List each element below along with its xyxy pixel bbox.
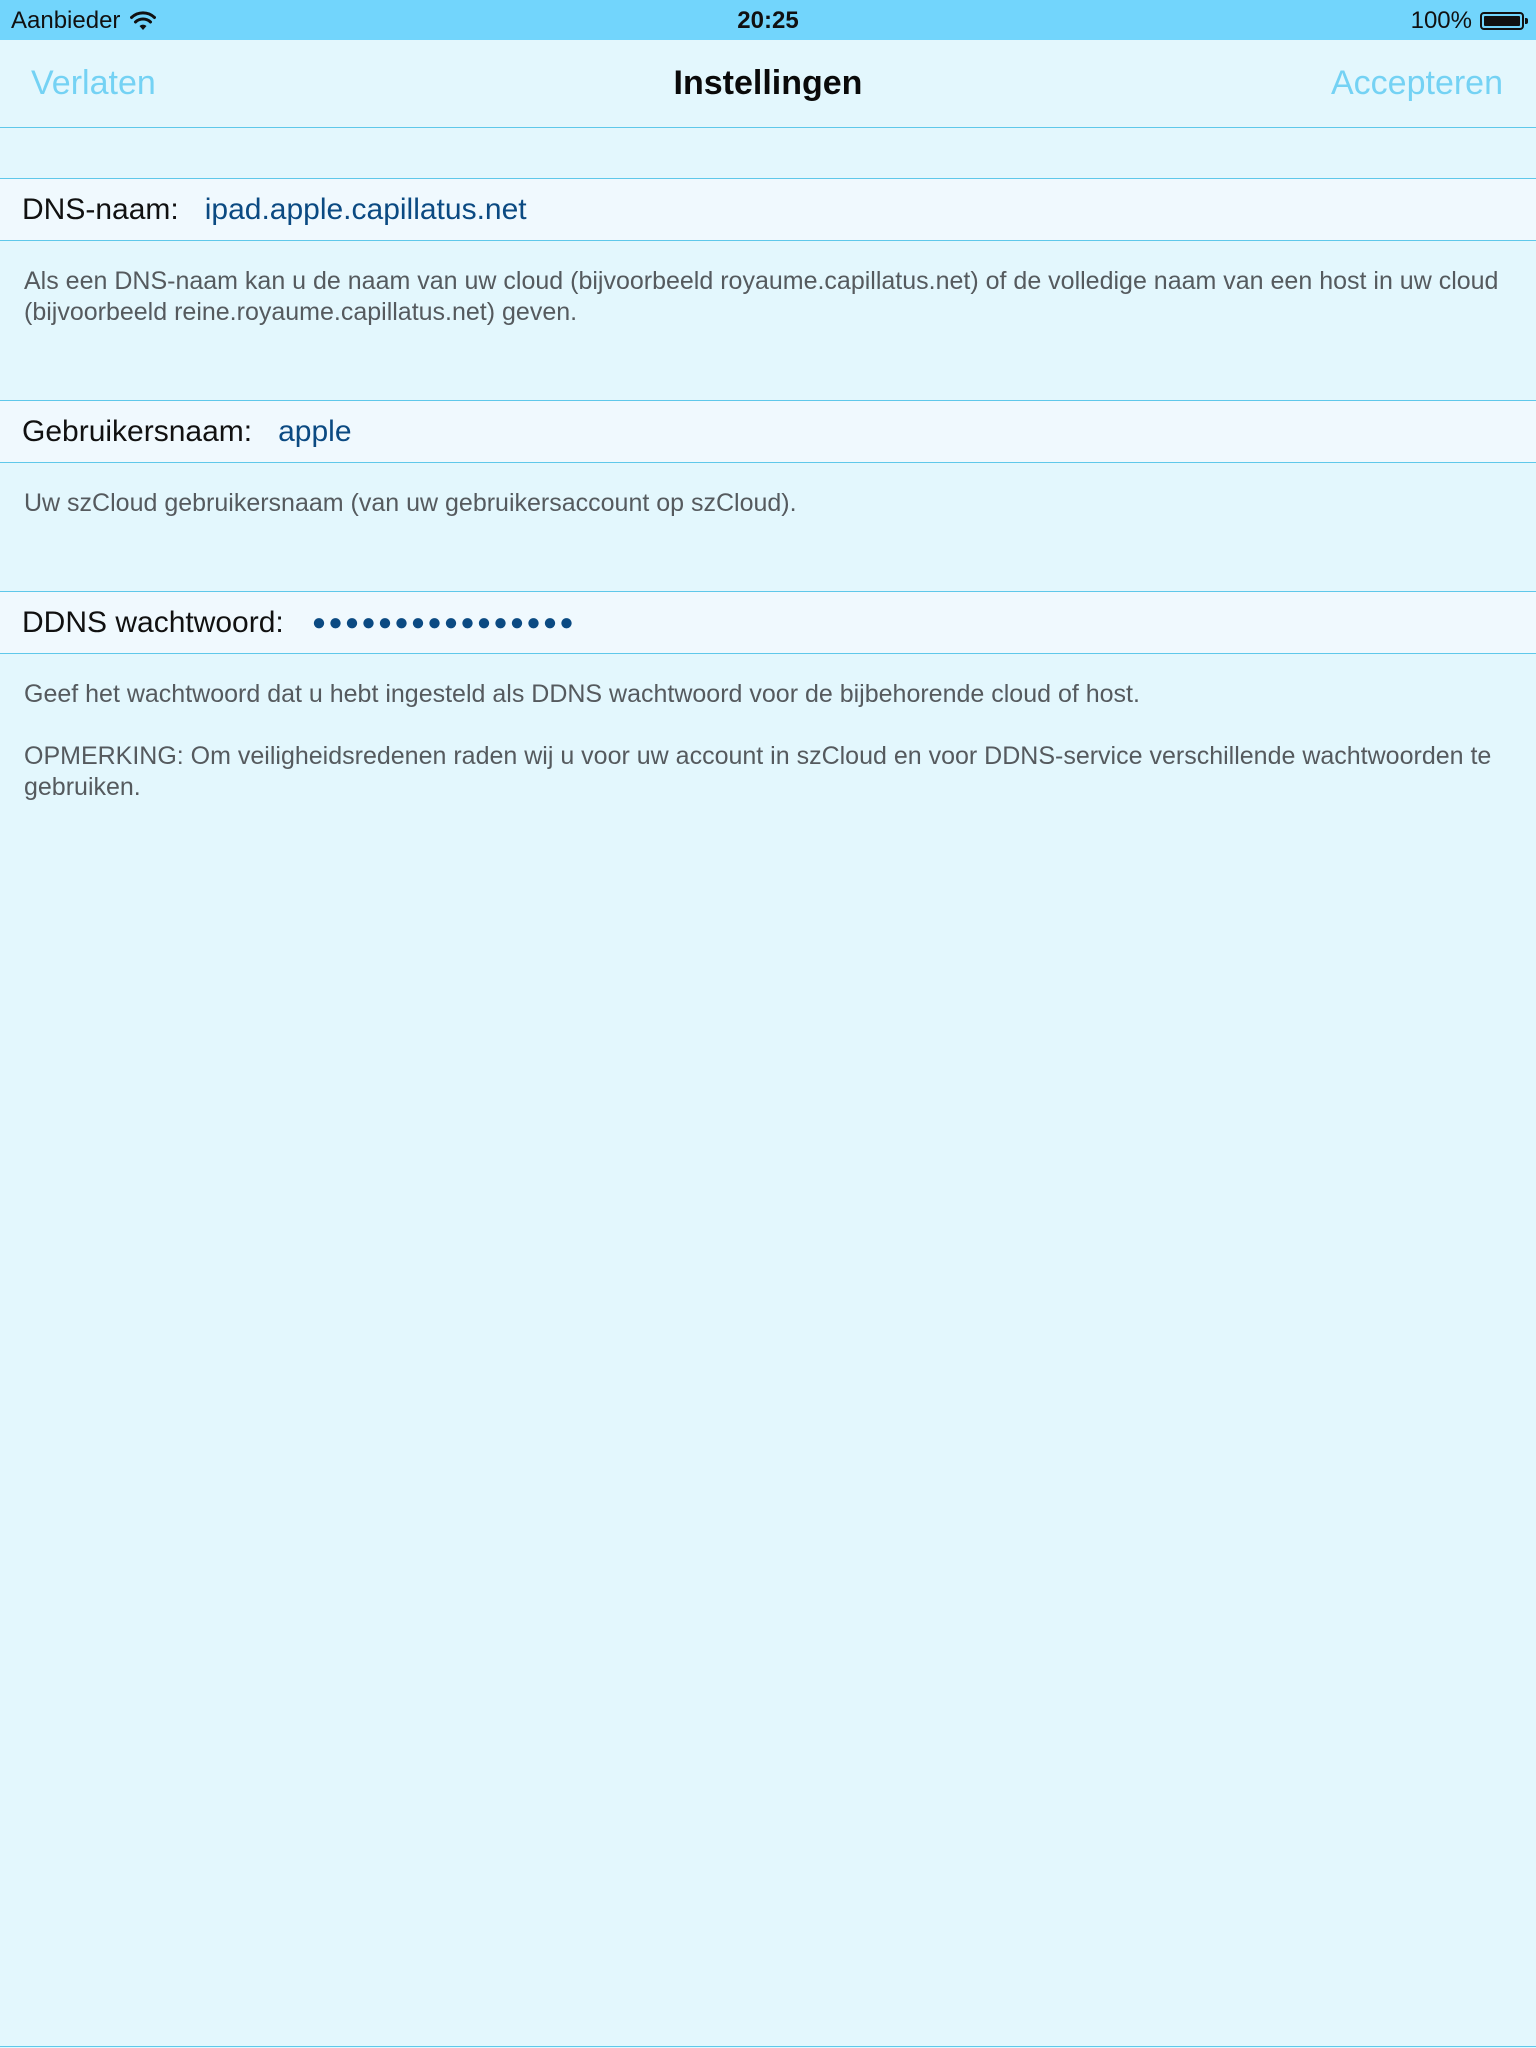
dns-name-field[interactable]: ipad.apple.capillatus.net [205,193,527,227]
status-bar: Aanbieder 20:25 100% [0,0,1536,40]
username-help-text: Uw szCloud gebruikersnaam (van uw gebrui… [24,489,797,517]
page-title: Instellingen [673,64,863,102]
accept-button[interactable]: Accepteren [1331,64,1503,103]
username-label: Gebruikersnaam: [22,414,253,448]
username-field[interactable]: apple [278,415,351,449]
bottom-divider [0,2046,1536,2047]
battery-status: 100% [1410,7,1528,35]
dns-name-row: DNS-naam: ipad.apple.capillatus.net [0,178,1536,241]
battery-icon [1480,12,1528,30]
dns-name-help: Als een DNS-naam kan u de naam van uw cl… [24,266,1514,328]
dns-name-help-text: Als een DNS-naam kan u de naam van uw cl… [24,267,1499,326]
dns-name-label: DNS-naam: [22,192,179,226]
status-time: 20:25 [737,7,799,34]
password-note-text: OPMERKING: Om veiligheidsredenen raden w… [24,742,1492,801]
password-help-text: Geef het wachtwoord dat u hebt ingesteld… [24,680,1140,708]
password-help: Geef het wachtwoord dat u hebt ingesteld… [24,679,1514,803]
username-help: Uw szCloud gebruikersnaam (van uw gebrui… [24,488,1514,519]
battery-percent: 100% [1410,7,1472,34]
password-row: DDNS wachtwoord: ●●●●●●●●●●●●●●●● [0,591,1536,654]
username-row: Gebruikersnaam: apple [0,400,1536,463]
password-field[interactable]: ●●●●●●●●●●●●●●●● [312,609,576,637]
password-label: DDNS wachtwoord: [22,605,284,639]
navigation-bar: Verlaten Instellingen Accepteren [0,40,1536,128]
